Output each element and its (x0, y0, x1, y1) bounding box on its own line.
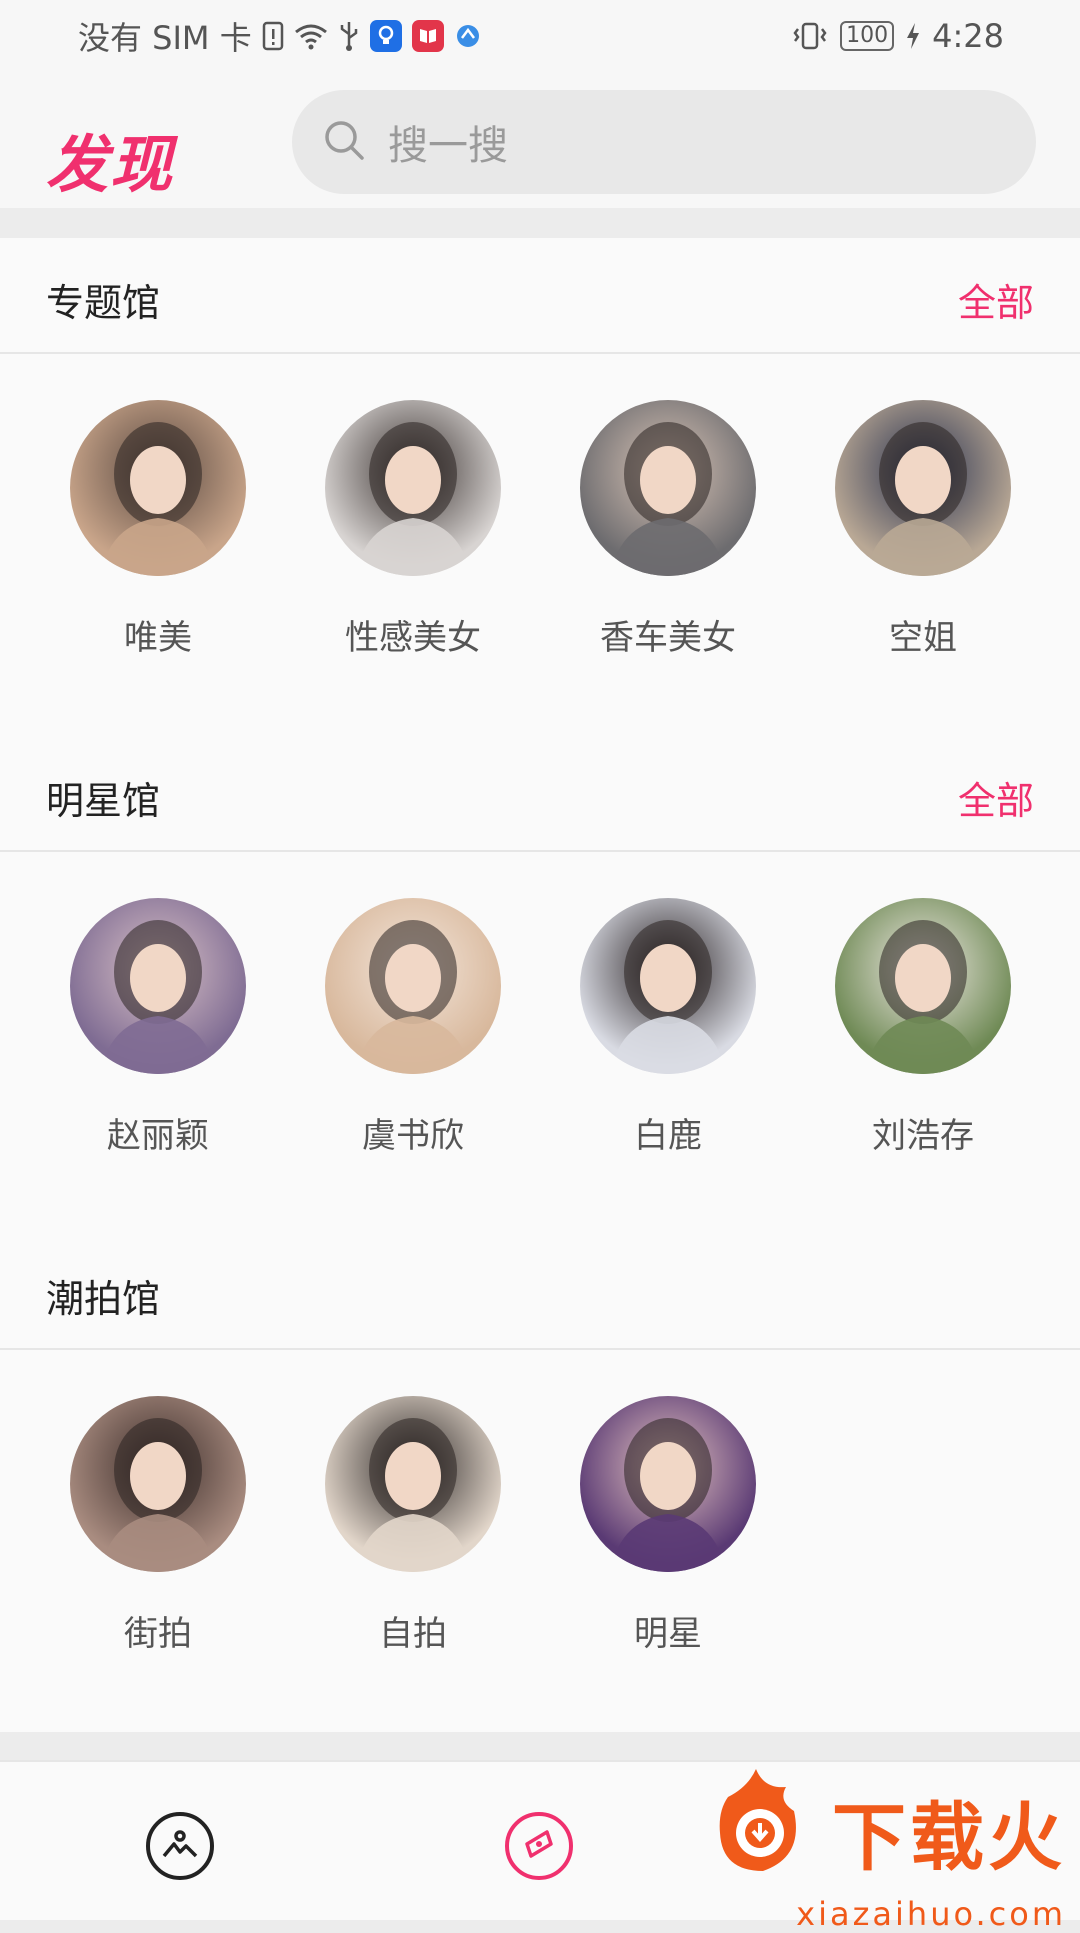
section-title: 明星馆 (46, 779, 161, 823)
star-label: 赵丽颖 (107, 1116, 209, 1156)
watermark-logo: 下载火 xiazaihuo.com (640, 1769, 1080, 1933)
watermark-url: xiazaihuo.com (796, 1895, 1066, 1933)
status-bar: 没有 SIM 卡 100 4:28 (0, 0, 1080, 74)
category-label: 街拍 (124, 1614, 192, 1654)
category-item-street[interactable]: 街拍 (70, 1396, 246, 1655)
section-header: 专题馆 全部 (0, 238, 1080, 354)
discover-compass-icon (521, 1826, 557, 1866)
category-item-selfie[interactable]: 自拍 (325, 1396, 501, 1655)
search-bar[interactable]: 搜一搜 (292, 90, 1036, 194)
section-title: 潮拍馆 (46, 1277, 161, 1321)
category-label: 唯美 (124, 618, 192, 658)
avatar (325, 1396, 501, 1572)
category-item-car[interactable]: 香车美女 (580, 400, 756, 659)
section-street: 潮拍馆 街拍 自拍 明星 (0, 1234, 1080, 1732)
tab-discover[interactable] (505, 1812, 573, 1880)
category-item-sexy[interactable]: 性感美女 (325, 400, 501, 659)
browser-app-icon (454, 22, 482, 50)
usb-icon (338, 20, 360, 52)
notification-app-icon (369, 20, 402, 52)
category-label: 香车美女 (600, 618, 736, 658)
section-stars: 明星馆 全部 赵丽颖 虞书欣 白鹿 刘浩存 (0, 736, 1080, 1234)
section-topics: 专题馆 全部 唯美 性感美女 香车美女 空姐 (0, 238, 1080, 736)
star-item[interactable]: 刘浩存 (835, 898, 1011, 1157)
status-right: 100 4:28 (792, 14, 1004, 58)
category-item-stewardess[interactable]: 空姐 (835, 400, 1011, 659)
vibrate-icon (792, 21, 828, 51)
sim-alert-icon (262, 21, 284, 51)
wifi-icon (294, 22, 328, 50)
carrier-label: 没有 SIM 卡 (78, 19, 252, 57)
avatar (70, 1396, 246, 1572)
tab-gallery[interactable] (146, 1812, 214, 1880)
avatar (70, 400, 246, 576)
star-label: 白鹿 (634, 1116, 702, 1156)
avatar (580, 898, 756, 1074)
page-title: 发现 (46, 128, 175, 201)
category-grid: 赵丽颖 虞书欣 白鹿 刘浩存 (0, 852, 1080, 1234)
status-left: 没有 SIM 卡 (78, 14, 482, 58)
section-header: 明星馆 全部 (0, 736, 1080, 852)
search-placeholder: 搜一搜 (388, 123, 508, 169)
avatar (835, 400, 1011, 576)
avatar (835, 898, 1011, 1074)
star-item[interactable]: 白鹿 (580, 898, 756, 1157)
category-item-weimei[interactable]: 唯美 (70, 400, 246, 659)
star-label: 虞书欣 (362, 1116, 464, 1156)
category-label: 性感美女 (345, 618, 481, 658)
header: 发现 搜一搜 (0, 74, 1080, 208)
watermark-main: 下载火 (708, 1767, 1066, 1895)
avatar (580, 400, 756, 576)
view-all-link[interactable]: 全部 (958, 272, 1034, 327)
clock: 4:28 (932, 17, 1004, 55)
section-header: 潮拍馆 (0, 1234, 1080, 1350)
avatar (325, 898, 501, 1074)
star-item[interactable]: 虞书欣 (325, 898, 501, 1157)
battery-level: 100 (840, 21, 895, 51)
category-label: 明星 (634, 1614, 702, 1654)
category-grid: 唯美 性感美女 香车美女 空姐 (0, 354, 1080, 736)
gallery-icon (160, 1828, 200, 1864)
search-icon (322, 118, 366, 166)
charging-icon (906, 22, 920, 50)
view-all-link[interactable]: 全部 (958, 770, 1034, 825)
avatar (70, 898, 246, 1074)
category-grid: 街拍 自拍 明星 (0, 1350, 1080, 1732)
category-item-celebrity[interactable]: 明星 (580, 1396, 756, 1655)
section-title: 专题馆 (46, 281, 161, 325)
avatar (325, 400, 501, 576)
flame-logo-icon (708, 1767, 818, 1895)
star-item[interactable]: 赵丽颖 (70, 898, 246, 1157)
category-label: 自拍 (379, 1614, 447, 1654)
avatar (580, 1396, 756, 1572)
book-app-icon (411, 20, 444, 52)
star-label: 刘浩存 (872, 1116, 974, 1156)
category-label: 空姐 (889, 618, 957, 658)
